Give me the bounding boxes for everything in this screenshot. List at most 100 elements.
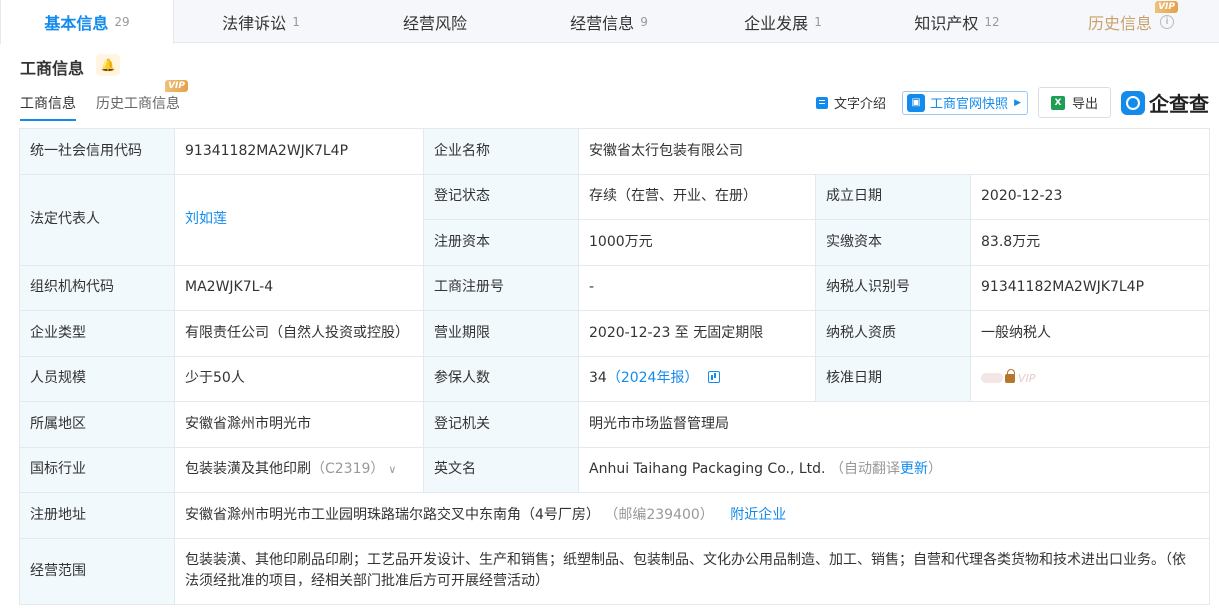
document-icon: [816, 96, 829, 109]
tab-label: 法律诉讼: [222, 13, 287, 33]
snapshot-icon: ▣: [907, 93, 926, 112]
tab-label: 企业发展: [744, 13, 809, 33]
industry-label: 国标行业: [19, 446, 175, 493]
insured-label: 参保人数: [423, 355, 579, 402]
found-date-label: 成立日期: [815, 173, 971, 220]
biz-term-label: 营业期限: [423, 310, 579, 357]
sub-tab-bar: 工商信息 历史工商信息 VIP: [20, 80, 200, 121]
org-code-value: MA2WJK7L-4: [174, 264, 424, 311]
found-date-value: 2020-12-23: [969, 173, 1211, 220]
taxpayer-qual-value: 一般纳税人: [969, 310, 1211, 357]
reg-authority-label: 登记机关: [423, 401, 579, 448]
credit-code-value: 91341182MA2WJK7L4P: [174, 128, 424, 175]
blurred-value: [981, 373, 1003, 383]
tab-business[interactable]: 经营信息 9: [522, 0, 696, 43]
reg-capital-label: 注册资本: [423, 219, 579, 266]
export-label: 导出: [1071, 97, 1098, 112]
business-info-table: 统一社会信用代码 91341182MA2WJK7L4P 企业名称 安徽省太行包装…: [19, 128, 1211, 605]
legal-rep-cell: 刘如莲: [174, 173, 424, 266]
address-cell: 安徽省滁州市明光市工业园明珠路瑞尔路交叉中东南角（4号厂房） （邮编239400…: [173, 492, 1211, 539]
region-value: 安徽省滁州市明光市: [174, 401, 424, 448]
address-value: 安徽省滁州市明光市工业园明珠路瑞尔路交叉中东南角（4号厂房）: [185, 506, 600, 523]
tab-legal[interactable]: 法律诉讼 1: [174, 0, 348, 43]
industry-value: 包装装潢及其他印刷: [185, 461, 311, 478]
subtab-history-business-info[interactable]: 历史工商信息 VIP: [96, 80, 188, 121]
company-type-label: 企业类型: [19, 310, 175, 357]
table-row: 组织机构代码 MA2WJK7L-4 工商注册号 - 纳税人识别号 9134118…: [19, 264, 1211, 311]
table-row: 经营范围 包装装潢、其他印刷品印刷；工艺品开发设计、生产和销售；纸塑制品、包装制…: [19, 537, 1211, 605]
english-name-value: Anhui Taihang Packaging Co., Ltd.: [589, 461, 826, 478]
tab-count: 1: [292, 14, 300, 29]
tab-label: 经营信息: [570, 13, 635, 33]
tab-count: 29: [114, 15, 130, 29]
lock-icon: [1005, 368, 1015, 383]
top-tab-bar: 基本信息 29 法律诉讼 1 经营风险 经营信息 9 企业发展 1 知识产权 12 VIP…: [0, 0, 1219, 44]
legal-rep-link[interactable]: 刘如莲: [185, 211, 227, 227]
biz-reg-no-value: -: [578, 264, 816, 311]
text-intro-button[interactable]: 文字介绍: [816, 93, 886, 112]
biz-term-value: 2020-12-23 至 无固定期限: [578, 310, 816, 357]
region-label: 所属地区: [19, 401, 175, 448]
table-row: 注册地址 安徽省滁州市明光市工业园明珠路瑞尔路交叉中东南角（4号厂房） （邮编2…: [19, 492, 1211, 539]
section-title: 工商信息: [20, 59, 85, 78]
paid-capital-value: 83.8万元: [969, 219, 1211, 266]
subtab-business-info[interactable]: 工商信息: [20, 93, 76, 121]
insured-cell: 34（2024年报）: [578, 355, 816, 402]
chart-icon[interactable]: [708, 371, 721, 384]
company-name-label: 企业名称: [423, 128, 579, 175]
tab-development[interactable]: 企业发展 1: [696, 0, 870, 43]
tab-label: 基本信息: [44, 14, 109, 33]
taxpayer-qual-label: 纳税人资质: [815, 310, 971, 357]
tab-basic-info[interactable]: 基本信息 29: [0, 0, 174, 44]
official-snapshot-button[interactable]: ▣ 工商官网快照 ▶: [902, 90, 1028, 115]
tab-ip[interactable]: 知识产权 12: [870, 0, 1044, 43]
taxpayer-id-label: 纳税人识别号: [815, 264, 971, 311]
english-name-label: 英文名: [423, 446, 579, 493]
tab-label: 知识产权: [914, 13, 979, 33]
taxpayer-id-value: 91341182MA2WJK7L4P: [969, 264, 1211, 311]
table-row: 人员规模 少于50人 参保人数 34（2024年报） 核准日期 VIP: [19, 355, 1211, 402]
qcc-logo-icon: [1121, 90, 1145, 115]
postcode: （邮编239400）: [604, 506, 714, 523]
vip-text: VIP: [1018, 371, 1036, 385]
caret-right-icon: ▶: [1014, 97, 1021, 108]
tab-history[interactable]: VIP 历史信息 i: [1044, 0, 1218, 43]
toolbar: 文字介绍 ▣ 工商官网快照 ▶ X 导出 企查查: [816, 87, 1209, 118]
approve-date-cell: VIP: [969, 355, 1211, 402]
vip-locked-value[interactable]: VIP: [981, 368, 1035, 389]
industry-code: （C2319）: [311, 461, 385, 478]
english-name-cell: Anhui Taihang Packaging Co., Ltd. （自动翻译更…: [577, 446, 1211, 493]
org-code-label: 组织机构代码: [19, 264, 175, 311]
scope-value: 包装装潢、其他印刷品印刷；工艺品开发设计、生产和销售；纸塑制品、包装制品、文化办…: [173, 537, 1211, 605]
chevron-down-icon[interactable]: ∨: [388, 463, 396, 476]
staff-size-value: 少于50人: [174, 355, 424, 402]
auto-translate-note: （自动翻译: [829, 461, 900, 478]
nearby-companies-link[interactable]: 附近企业: [730, 507, 786, 523]
insured-year-link[interactable]: （2024年报）: [607, 370, 699, 386]
auto-translate-close: ）: [927, 461, 942, 478]
subtab-label: 历史工商信息: [96, 96, 180, 112]
industry-cell[interactable]: 包装装潢及其他印刷（C2319） ∨: [174, 446, 424, 493]
reg-status-label: 登记状态: [423, 173, 579, 220]
reg-authority-value: 明光市市场监督管理局: [577, 401, 1211, 448]
text-intro-label: 文字介绍: [834, 97, 887, 112]
info-icon[interactable]: i: [1160, 14, 1174, 29]
tab-count: 9: [640, 14, 648, 29]
insured-count: 34: [589, 370, 607, 387]
staff-size-label: 人员规模: [19, 355, 175, 402]
tab-label: 历史信息: [1087, 13, 1152, 33]
snapshot-label: 工商官网快照: [930, 97, 1009, 112]
paid-capital-label: 实缴资本: [815, 219, 971, 266]
update-link[interactable]: 更新: [900, 461, 928, 477]
export-button[interactable]: X 导出: [1037, 87, 1111, 118]
table-row: 所属地区 安徽省滁州市明光市 登记机关 明光市市场监督管理局: [19, 401, 1211, 448]
excel-icon: X: [1050, 95, 1065, 110]
legal-rep-label: 法定代表人: [19, 173, 175, 266]
table-row: 法定代表人 刘如莲 登记状态 存续（在营、开业、在册） 成立日期 2020-12…: [19, 173, 1211, 266]
tab-label: 经营风险: [402, 13, 467, 33]
tab-risk[interactable]: 经营风险: [348, 0, 522, 43]
reg-capital-value: 1000万元: [578, 219, 816, 266]
bell-icon[interactable]: 🔔: [96, 54, 120, 76]
address-label: 注册地址: [19, 492, 175, 539]
reg-status-value: 存续（在营、开业、在册）: [578, 173, 816, 220]
